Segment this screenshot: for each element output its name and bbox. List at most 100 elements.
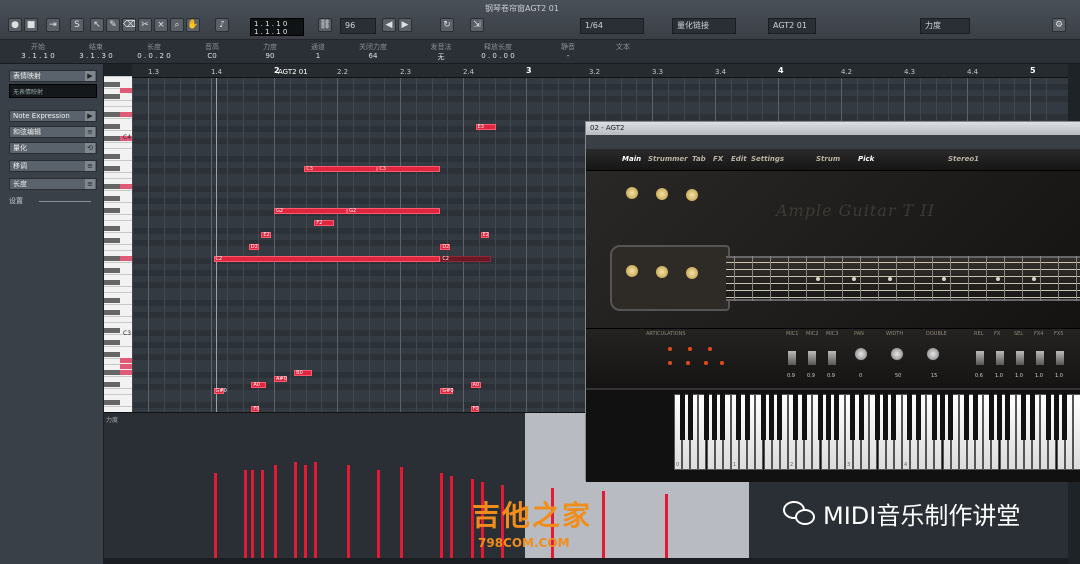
info-value[interactable]: 3 . 1 . 1 0: [10, 52, 66, 60]
fx-fader[interactable]: [976, 351, 984, 365]
pointer-tool-icon[interactable]: ↖: [90, 18, 104, 32]
black-key[interactable]: [104, 238, 120, 243]
settings-icon[interactable]: ⚙: [1052, 18, 1066, 32]
menu-settings[interactable]: Settings: [751, 155, 784, 163]
plugin-black-key[interactable]: [1021, 394, 1027, 440]
plugin-black-key[interactable]: [1005, 394, 1011, 440]
midi-note[interactable]: E2: [261, 232, 272, 238]
black-key[interactable]: [104, 166, 120, 171]
sidebar-item[interactable]: 移调 ≡: [9, 160, 97, 172]
tuning-peg[interactable]: [626, 265, 638, 277]
mic-fader[interactable]: [828, 351, 836, 365]
velocity-bar[interactable]: [400, 467, 403, 558]
piano-keyboard[interactable]: C4 C3: [104, 76, 132, 412]
info-field[interactable]: 音高 C0: [184, 42, 240, 60]
mic-fader[interactable]: [788, 351, 796, 365]
sidebar-item[interactable]: 量化 ⟲: [9, 142, 97, 154]
plugin-black-key[interactable]: [996, 394, 1002, 440]
velocity-bar[interactable]: [304, 464, 308, 558]
midi-note[interactable]: A#0: [274, 376, 287, 382]
draw-tool-icon[interactable]: ✎: [106, 18, 120, 32]
plugin-black-key[interactable]: [744, 394, 750, 440]
plugin-black-key[interactable]: [769, 394, 775, 440]
info-field[interactable]: 释放长度 0 . 0 . 0 0: [470, 42, 526, 60]
fx-fader[interactable]: [996, 351, 1004, 365]
black-key[interactable]: [104, 328, 120, 333]
black-key[interactable]: [104, 310, 120, 315]
midi-note[interactable]: G#0: [440, 388, 454, 394]
white-key[interactable]: [104, 262, 132, 263]
sidebar-item[interactable]: Note Expression ▶: [9, 110, 97, 122]
velocity-setting[interactable]: 设置: [9, 196, 97, 206]
menu-main[interactable]: Main: [622, 155, 641, 163]
velocity-bar[interactable]: [450, 476, 454, 558]
plugin-black-key[interactable]: [1045, 394, 1051, 440]
plugin-black-key[interactable]: [801, 394, 807, 440]
plugin-black-key[interactable]: [939, 394, 945, 440]
plugin-black-key[interactable]: [760, 394, 766, 440]
midi-note[interactable]: D2: [248, 244, 259, 250]
step-input-icon[interactable]: ⇲: [470, 18, 484, 32]
white-key[interactable]: [104, 148, 132, 149]
sidebar-item[interactable]: 表情映射 ▶: [9, 70, 97, 82]
black-key[interactable]: [104, 382, 120, 387]
link-icon[interactable]: ⛓: [318, 18, 332, 32]
zoom-tool-icon[interactable]: ⌕: [170, 18, 184, 32]
plugin-black-key[interactable]: [679, 394, 685, 440]
midi-note[interactable]: A0: [251, 382, 267, 388]
midi-note[interactable]: C3: [377, 166, 441, 172]
expression-map-box[interactable]: 无表情映射: [9, 84, 97, 98]
tuning-peg[interactable]: [686, 267, 698, 279]
white-key[interactable]: [104, 178, 132, 179]
info-field[interactable]: 发音法无: [413, 42, 469, 62]
loop-button[interactable]: ↻: [440, 18, 454, 32]
white-key[interactable]: [104, 322, 132, 323]
plugin-black-key[interactable]: [972, 394, 978, 440]
plugin-black-key[interactable]: [948, 394, 954, 440]
info-field[interactable]: 通道 1: [290, 42, 346, 60]
midi-note[interactable]: C2: [213, 256, 441, 262]
velocity-bar[interactable]: [314, 461, 318, 558]
white-key[interactable]: [104, 304, 132, 305]
output-selector[interactable]: Stereo1: [948, 155, 979, 163]
plugin-black-key[interactable]: [817, 394, 823, 440]
articulation-led[interactable]: [668, 347, 672, 351]
plugin-black-key[interactable]: [883, 394, 888, 440]
white-key[interactable]: [104, 118, 132, 119]
white-key[interactable]: [104, 316, 132, 317]
midi-note[interactable]: G2: [274, 208, 348, 214]
black-key[interactable]: [104, 136, 120, 141]
white-key[interactable]: [104, 394, 132, 395]
white-key[interactable]: [104, 274, 132, 275]
record-button[interactable]: ●: [8, 18, 22, 32]
white-key[interactable]: [104, 172, 132, 173]
white-key[interactable]: [104, 286, 132, 287]
plugin-black-key[interactable]: [720, 394, 726, 440]
white-key[interactable]: [104, 346, 132, 347]
info-field[interactable]: 关闭力度 64: [345, 42, 401, 60]
menu-strummer[interactable]: Strummer: [648, 155, 688, 163]
plugin-black-key[interactable]: [874, 394, 880, 440]
black-key[interactable]: [104, 400, 120, 405]
plugin-black-key[interactable]: [736, 394, 742, 440]
sidebar-item[interactable]: 长度 ≡: [9, 178, 97, 190]
tuning-peg[interactable]: [656, 266, 668, 278]
black-key[interactable]: [104, 184, 120, 189]
white-key[interactable]: [104, 376, 132, 377]
white-key[interactable]: [104, 232, 132, 233]
info-value[interactable]: C0: [184, 52, 240, 60]
stop-button[interactable]: ■: [24, 18, 38, 32]
info-value[interactable]: 0 . 0 . 2 0: [126, 52, 182, 60]
info-field[interactable]: 静音 -: [540, 42, 596, 60]
velocity-bar[interactable]: [243, 470, 247, 558]
black-key[interactable]: [104, 196, 120, 201]
black-key[interactable]: [104, 256, 120, 261]
plugin-black-key[interactable]: [834, 394, 840, 440]
black-key[interactable]: [104, 352, 120, 357]
black-key[interactable]: [104, 154, 120, 159]
white-key[interactable]: [104, 220, 132, 221]
plugin-black-key[interactable]: [915, 394, 921, 440]
erase-tool-icon[interactable]: ⌫: [122, 18, 136, 32]
strum-toggle[interactable]: Strum: [816, 155, 840, 163]
white-key[interactable]: [104, 130, 132, 131]
